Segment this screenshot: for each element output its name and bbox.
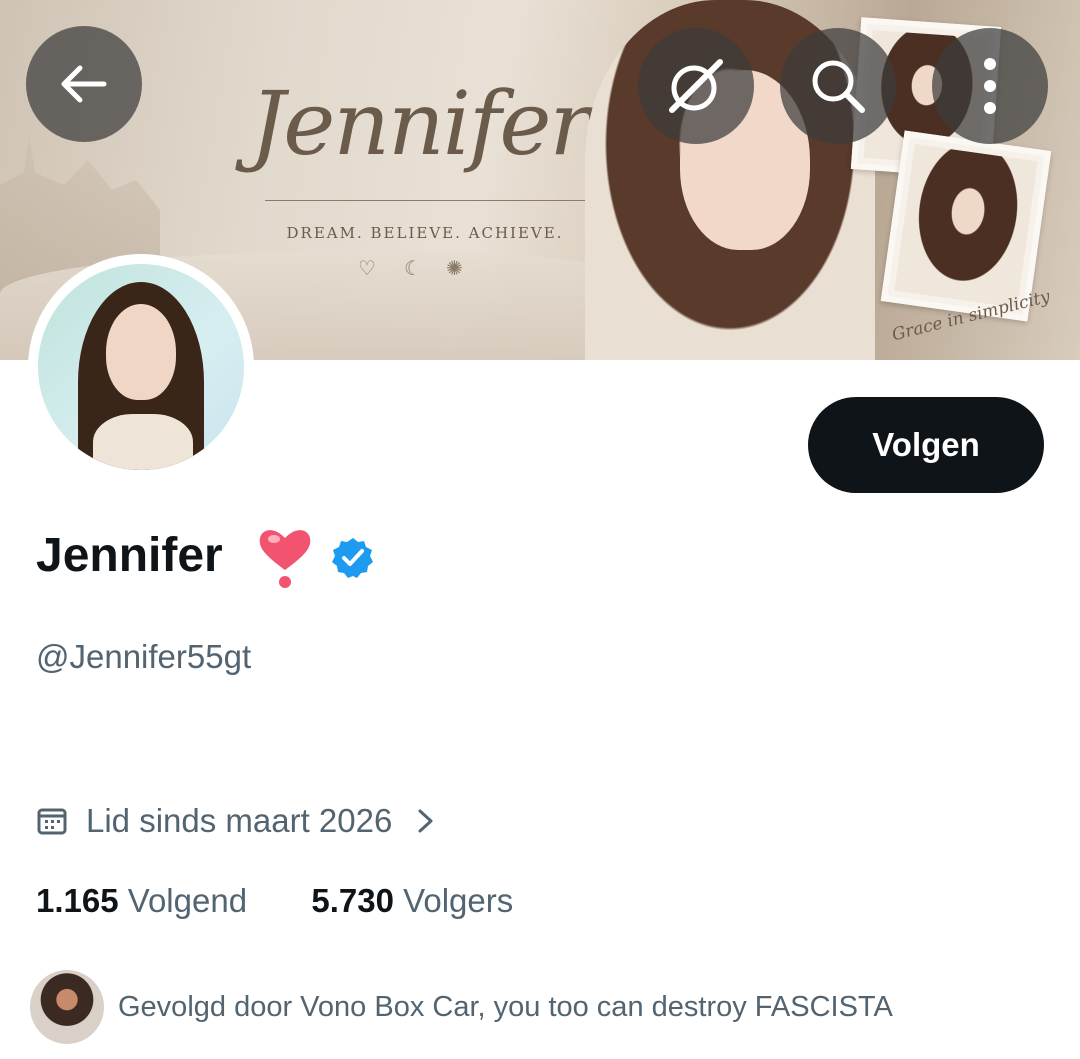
following-label: Volgend (127, 882, 248, 919)
arrow-left-icon (61, 65, 107, 103)
avatar[interactable] (28, 254, 254, 480)
calendar-icon (37, 808, 67, 835)
follower-avatar (30, 970, 104, 1044)
heart-exclamation-emoji (259, 530, 311, 588)
moon-icon: ☾ (404, 258, 422, 280)
follow-button[interactable]: Volgen (808, 397, 1044, 493)
banner-title: Jennifer (250, 72, 592, 175)
followed-by-text: Gevolgd door Vono Box Car, you too can d… (118, 990, 893, 1023)
profile-handle: @Jennifer55gt (36, 638, 252, 675)
followers-link[interactable]: 5.730 Volgers (311, 882, 513, 919)
banner-divider (265, 200, 585, 201)
verified-badge-icon[interactable] (331, 536, 375, 580)
grok-button[interactable] (638, 28, 754, 144)
follow-stats: 1.165 Volgend 5.730 Volgers (36, 882, 513, 920)
heart-outline-icon: ♡ (358, 258, 376, 280)
following-count: 1.165 (36, 882, 119, 919)
grok-icon (669, 59, 723, 113)
joined-date-text: Lid sinds maart 2026 (86, 802, 393, 839)
more-vertical-icon (984, 58, 996, 114)
avatar-image (38, 264, 244, 470)
following-link[interactable]: 1.165 Volgend (36, 882, 247, 919)
more-options-button[interactable] (932, 28, 1048, 144)
search-button[interactable] (780, 28, 896, 144)
back-button[interactable] (26, 26, 142, 142)
followed-by-row[interactable]: Gevolgd door Vono Box Car, you too can d… (30, 970, 893, 1044)
profile-name: Jennifer (36, 529, 223, 582)
joined-date-row[interactable]: Lid sinds maart 2026 (36, 798, 436, 844)
followers-label: Volgers (403, 882, 514, 919)
flower-icon: ✺ (446, 258, 463, 280)
followers-count: 5.730 (311, 882, 394, 919)
banner-tagline: DREAM. BELIEVE. ACHIEVE. (286, 224, 564, 242)
search-icon (812, 60, 865, 113)
chevron-right-icon (418, 809, 433, 833)
